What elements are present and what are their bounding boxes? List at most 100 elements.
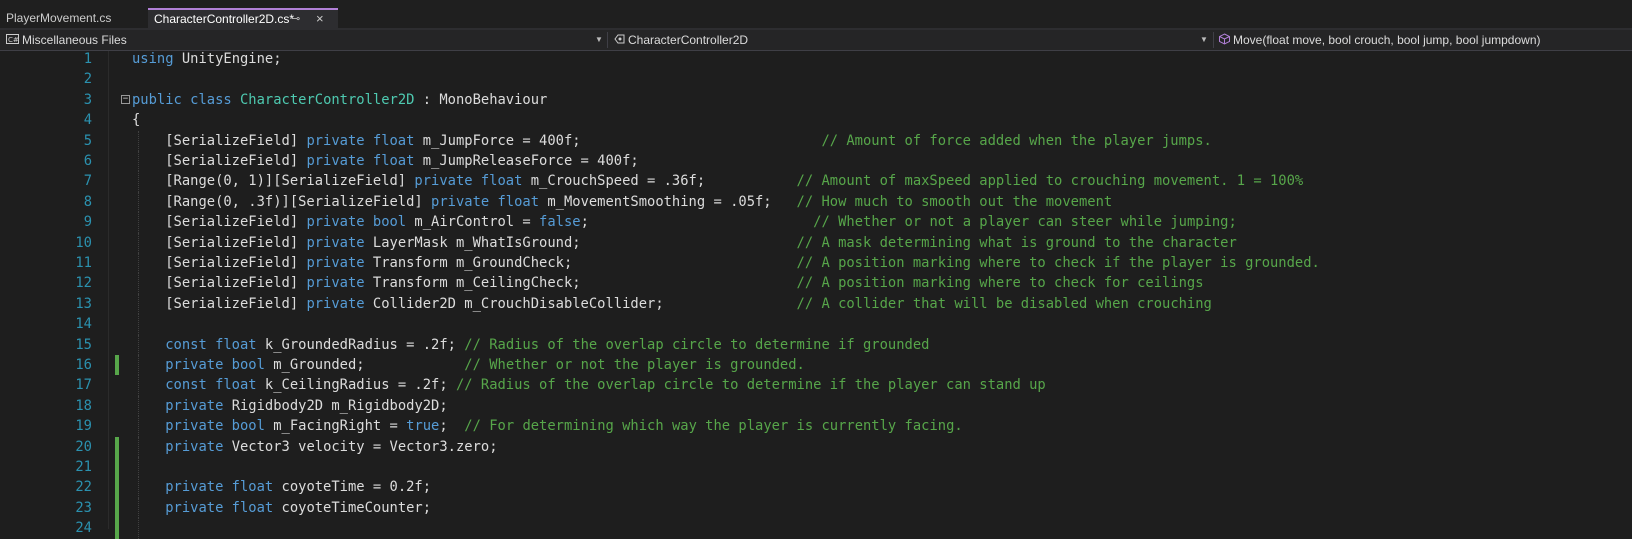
change-marker	[115, 436, 119, 457]
chevron-down-icon: ▼	[1200, 35, 1208, 44]
code-token: [SerializeField]	[132, 214, 307, 231]
code-line[interactable]: 23 private float coyoteTimeCounter;	[0, 497, 1632, 519]
code-line[interactable]: 13 [SerializeField] private Collider2D m…	[0, 293, 1632, 315]
code-line[interactable]: 10 [SerializeField] private LayerMask m_…	[0, 232, 1632, 253]
code-token: // A mask determining what is ground to …	[796, 234, 1237, 251]
code-text: private Vector3 velocity = Vector3.zero;	[132, 437, 497, 457]
line-number: 21	[75, 459, 92, 475]
line-number: 17	[75, 377, 92, 394]
line-number: 4	[83, 112, 92, 129]
code-text: [SerializeField] private Transform m_Cei…	[132, 273, 1204, 293]
line-number: 9	[83, 214, 92, 231]
line-number: 5	[83, 132, 92, 149]
change-marker	[115, 457, 119, 478]
divider	[1213, 32, 1214, 48]
code-line[interactable]: 9 [SerializeField] private bool m_AirCon…	[0, 212, 1632, 233]
code-line[interactable]: 15 const float k_GroundedRadius = .2f; /…	[0, 334, 1632, 355]
code-text: [SerializeField] private bool m_AirContr…	[132, 212, 1237, 232]
code-token: // A position marking where to check for…	[796, 275, 1204, 292]
code-token: [SerializeField]	[132, 255, 307, 271]
code-line[interactable]: 17 const float k_CeilingRadius = .2f; //…	[0, 375, 1632, 396]
pin-icon[interactable]: ⊸	[291, 10, 300, 28]
code-line[interactable]: 20 private Vector3 velocity = Vector3.ze…	[0, 436, 1632, 457]
code-token: coyoteTime = 0.2f;	[273, 479, 432, 496]
project-dropdown[interactable]: C# Miscellaneous Files ▼	[0, 30, 606, 50]
type-dropdown[interactable]: CharacterController2D ▼	[610, 30, 1212, 50]
code-token: // How much to smooth out the movement	[796, 193, 1113, 210]
code-text: private Rigidbody2D m_Rigidbody2D;	[132, 396, 447, 416]
code-text: [SerializeField] private Transform m_Gro…	[132, 253, 1320, 273]
code-token: coyoteTimeCounter;	[273, 499, 432, 516]
code-line[interactable]: 8 [Range(0, .3f)][SerializeField] privat…	[0, 191, 1632, 213]
code-token: private float	[306, 153, 415, 169]
code-line[interactable]: 2	[0, 69, 1632, 89]
code-token: private	[306, 275, 365, 292]
member-dropdown[interactable]: Move(float move, bool crouch, bool jump,…	[1216, 30, 1632, 50]
code-line[interactable]: 7 [Range(0, 1)][SerializeField] private …	[0, 171, 1632, 192]
code-line[interactable]: 24	[0, 518, 1632, 539]
code-token: LayerMask m_WhatIsGround;	[364, 234, 797, 251]
line-number: 3	[83, 91, 92, 108]
collapse-icon[interactable]: −	[121, 94, 130, 104]
code-editor[interactable]: 1 using UnityEngine; 2 3− public class Chara…	[0, 49, 1632, 539]
code-text: const float k_GroundedRadius = .2f; // R…	[132, 335, 929, 355]
code-token: m_AirControl =	[406, 214, 540, 231]
code-token: :	[414, 91, 440, 108]
line-number: 19	[75, 418, 92, 435]
code-token: [Range(0, 1)][SerializeField]	[132, 173, 415, 190]
line-number: 15	[75, 336, 92, 353]
document-tab-strip: PlayerMovement.cs CharacterController2D.…	[0, 0, 1632, 28]
code-line[interactable]: 6 [SerializeField] private float m_JumpR…	[0, 151, 1632, 172]
indent-guide	[138, 314, 139, 335]
code-token: private	[306, 234, 365, 251]
line-number: 8	[83, 193, 92, 210]
code-line[interactable]: 5 [SerializeField] private float m_JumpF…	[0, 130, 1632, 151]
line-number: 1	[83, 51, 92, 67]
code-token: ;	[439, 418, 465, 435]
navigation-bar: C# Miscellaneous Files ▼ CharacterContro…	[0, 30, 1632, 51]
code-line[interactable]: 22 private float coyoteTime = 0.2f;	[0, 477, 1632, 498]
code-text: private bool m_FacingRight = true; // Fo…	[132, 416, 962, 436]
code-token: k_GroundedRadius = .2f;	[256, 336, 465, 353]
code-token: [SerializeField]	[132, 153, 307, 169]
line-number: 12	[75, 275, 92, 292]
code-token: m_Grounded;	[264, 357, 465, 373]
line-number: 24	[75, 520, 92, 537]
code-token: using	[132, 51, 174, 67]
code-token: // Whether or not the player is grounded…	[464, 357, 805, 373]
code-text: [Range(0, .3f)][SerializeField] private …	[132, 192, 1112, 212]
tab-character-controller-2d[interactable]: CharacterController2D.cs* ⊸ ×	[148, 8, 338, 28]
code-token: ;	[580, 214, 814, 231]
code-line[interactable]: 12 [SerializeField] private Transform m_…	[0, 273, 1632, 294]
code-line[interactable]: 1 using UnityEngine;	[0, 49, 1632, 69]
code-token: k_CeilingRadius = .2f;	[256, 377, 456, 394]
code-token: Transform m_CeilingCheck;	[364, 275, 797, 292]
tab-player-movement[interactable]: PlayerMovement.cs	[0, 8, 146, 28]
code-token: // Radius of the overlap circle to deter…	[455, 377, 1046, 394]
line-number: 16	[75, 357, 92, 373]
code-line[interactable]: 16 private bool m_Grounded; // Whether o…	[0, 355, 1632, 376]
tab-label: PlayerMovement.cs	[6, 11, 112, 25]
line-number: 18	[75, 397, 92, 414]
type-label: CharacterController2D	[628, 33, 749, 47]
code-line[interactable]: 19 private bool m_FacingRight = true; //…	[0, 416, 1632, 437]
code-token: public class	[132, 91, 232, 108]
code-line[interactable]: 4{	[0, 110, 1632, 130]
svg-text:C#: C#	[8, 36, 19, 44]
code-line[interactable]: 18 private Rigidbody2D m_Rigidbody2D;	[0, 395, 1632, 417]
code-token: private float	[414, 173, 523, 190]
code-token: true	[406, 418, 440, 435]
code-token: false	[539, 214, 581, 231]
code-line[interactable]: 21	[0, 457, 1632, 478]
code-token: private bool	[165, 357, 265, 373]
code-line[interactable]: 14	[0, 314, 1632, 335]
close-icon[interactable]: ×	[316, 10, 324, 28]
code-token: private bool	[306, 214, 407, 231]
code-line[interactable]: 11 [SerializeField] private Transform m_…	[0, 253, 1632, 274]
code-line[interactable]: 3 − public class CharacterController2D : M…	[0, 90, 1632, 110]
